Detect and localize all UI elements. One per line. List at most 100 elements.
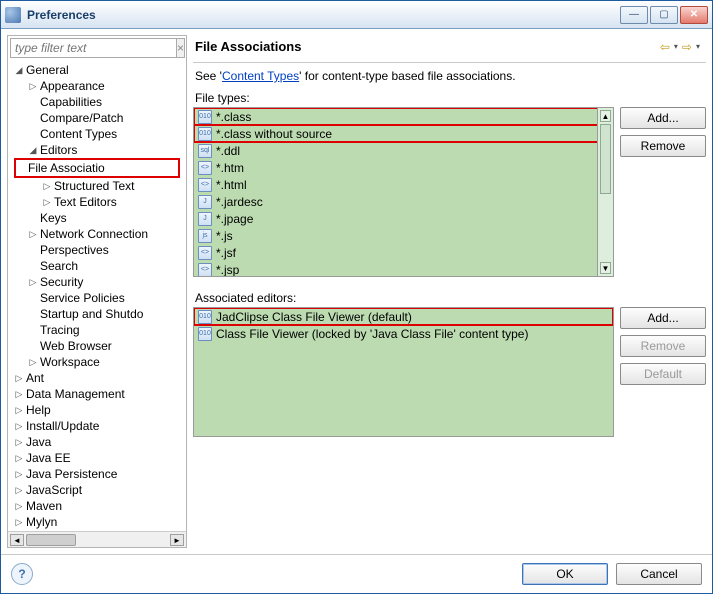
- list-item[interactable]: <>*.jsp: [194, 261, 613, 277]
- close-button[interactable]: ✕: [680, 6, 708, 24]
- list-item[interactable]: J*.jardesc: [194, 193, 613, 210]
- tree-node-label: Help: [26, 402, 51, 418]
- list-item[interactable]: 010JadClipse Class File Viewer (default): [194, 308, 613, 325]
- collapse-icon[interactable]: ◢: [14, 62, 24, 78]
- tree-node[interactable]: ▷Appearance: [14, 78, 186, 94]
- tree-node-label: Editors: [40, 142, 77, 158]
- filetypes-remove-button[interactable]: Remove: [620, 135, 706, 157]
- tree-node[interactable]: Capabilities: [14, 94, 186, 110]
- list-item[interactable]: 010*.class: [194, 108, 613, 125]
- nav-back-icon[interactable]: ⇦: [660, 40, 670, 54]
- tree-node-label: Capabilities: [40, 94, 102, 110]
- tree-node[interactable]: Service Policies: [14, 290, 186, 306]
- expand-icon[interactable]: ▷: [42, 194, 52, 210]
- tree-node[interactable]: ▷Ant: [14, 370, 186, 386]
- expand-icon[interactable]: ▷: [42, 178, 52, 194]
- tree-node[interactable]: ▷Network Connection: [14, 226, 186, 242]
- tree-node[interactable]: Startup and Shutdo: [14, 306, 186, 322]
- expand-icon[interactable]: ▷: [14, 450, 24, 466]
- tree-node[interactable]: ▷Help: [14, 402, 186, 418]
- tree-node[interactable]: Tracing: [14, 322, 186, 338]
- window-title: Preferences: [27, 8, 620, 22]
- expand-icon[interactable]: ▷: [14, 482, 24, 498]
- expand-icon[interactable]: ▷: [28, 78, 38, 94]
- scroll-vthumb[interactable]: [600, 124, 611, 194]
- help-button[interactable]: ?: [11, 563, 33, 585]
- expand-icon[interactable]: ▷: [14, 466, 24, 482]
- ok-button[interactable]: OK: [522, 563, 608, 585]
- tree-node[interactable]: Search: [14, 258, 186, 274]
- tree-node[interactable]: Perspectives: [14, 242, 186, 258]
- expand-icon[interactable]: ▷: [28, 226, 38, 242]
- editors-remove-button[interactable]: Remove: [620, 335, 706, 357]
- tree-node[interactable]: ▷Mylyn: [14, 514, 186, 530]
- list-item[interactable]: J*.jpage: [194, 210, 613, 227]
- scroll-down-arrow[interactable]: ▼: [600, 262, 611, 274]
- list-item[interactable]: sql*.ddl: [194, 142, 613, 159]
- tree-node[interactable]: ▷Maven: [14, 498, 186, 514]
- tree-node[interactable]: Compare/Patch: [14, 110, 186, 126]
- tree-node[interactable]: ▷Java: [14, 434, 186, 450]
- expand-icon[interactable]: ▷: [28, 354, 38, 370]
- nav-forward-icon[interactable]: ⇨: [682, 40, 692, 54]
- list-item[interactable]: <>*.html: [194, 176, 613, 193]
- filetypes-add-button[interactable]: Add...: [620, 107, 706, 129]
- nav-forward-menu[interactable]: ▾: [696, 42, 700, 51]
- list-item[interactable]: 010*.class without source: [194, 125, 613, 142]
- expand-icon[interactable]: ▷: [14, 386, 24, 402]
- list-item[interactable]: <> *.jsf: [194, 244, 613, 261]
- expand-icon[interactable]: ▷: [14, 402, 24, 418]
- tree-node[interactable]: ◢Editors: [14, 142, 186, 158]
- expand-icon[interactable]: ▷: [14, 434, 24, 450]
- tree-node[interactable]: ▷Workspace: [14, 354, 186, 370]
- tree-node[interactable]: ▷JavaScript: [14, 482, 186, 498]
- filter-clear-button[interactable]: ×: [177, 38, 185, 58]
- expand-icon[interactable]: ▷: [14, 514, 24, 530]
- tree-node-label: Network Connection: [40, 226, 148, 242]
- preferences-tree[interactable]: ◢General▷AppearanceCapabilitiesCompare/P…: [8, 60, 186, 531]
- tree-hscrollbar[interactable]: ◄ ►: [8, 531, 186, 547]
- filetypes-list[interactable]: 010*.class010*.class without sourcesql*.…: [193, 107, 614, 277]
- file-icon: <>: [198, 246, 212, 260]
- tree-node-label: Ant: [26, 370, 44, 386]
- editors-default-button[interactable]: Default: [620, 363, 706, 385]
- tree-node[interactable]: ▷Security: [14, 274, 186, 290]
- filter-input[interactable]: [10, 38, 177, 58]
- tree-node-label: Compare/Patch: [40, 110, 123, 126]
- list-item-label: *.jsf: [216, 246, 236, 260]
- tree-node[interactable]: Content Types: [14, 126, 186, 142]
- scroll-right-arrow[interactable]: ►: [170, 534, 184, 546]
- list-item[interactable]: js*.js: [194, 227, 613, 244]
- list-item[interactable]: <>*.htm: [194, 159, 613, 176]
- editors-list[interactable]: 010JadClipse Class File Viewer (default)…: [193, 307, 614, 437]
- tree-node[interactable]: Keys: [14, 210, 186, 226]
- scroll-thumb[interactable]: [26, 534, 76, 546]
- tree-node[interactable]: ▷Text Editors: [14, 194, 186, 210]
- cancel-button[interactable]: Cancel: [616, 563, 702, 585]
- tree-node[interactable]: Web Browser: [14, 338, 186, 354]
- tree-node[interactable]: ▷Data Management: [14, 386, 186, 402]
- collapse-icon[interactable]: ◢: [28, 142, 38, 158]
- expand-icon[interactable]: ▷: [14, 370, 24, 386]
- tree-node[interactable]: ▷Java Persistence: [14, 466, 186, 482]
- nav-back-menu[interactable]: ▾: [674, 42, 678, 51]
- expand-icon[interactable]: ▷: [14, 498, 24, 514]
- expand-icon[interactable]: ▷: [28, 274, 38, 290]
- scroll-left-arrow[interactable]: ◄: [10, 534, 24, 546]
- maximize-button[interactable]: ▢: [650, 6, 678, 24]
- tree-node[interactable]: ▷Install/Update: [14, 418, 186, 434]
- tree-node[interactable]: ▷Java EE: [14, 450, 186, 466]
- scroll-up-arrow[interactable]: ▲: [600, 110, 611, 122]
- file-icon: 010: [198, 310, 212, 324]
- editors-add-button[interactable]: Add...: [620, 307, 706, 329]
- tree-node[interactable]: ▷Structured Text: [14, 178, 186, 194]
- tree-node-label: Appearance: [40, 78, 105, 94]
- list-item[interactable]: 010Class File Viewer (locked by 'Java Cl…: [194, 325, 613, 342]
- content-types-link[interactable]: Content Types: [222, 69, 299, 83]
- expand-icon[interactable]: ▷: [14, 418, 24, 434]
- titlebar[interactable]: Preferences — ▢ ✕: [1, 1, 712, 29]
- tree-node[interactable]: ◢General: [14, 62, 186, 78]
- filetypes-vscrollbar[interactable]: ▲ ▼: [597, 108, 613, 276]
- tree-node[interactable]: File Associatio: [14, 158, 180, 178]
- minimize-button[interactable]: —: [620, 6, 648, 24]
